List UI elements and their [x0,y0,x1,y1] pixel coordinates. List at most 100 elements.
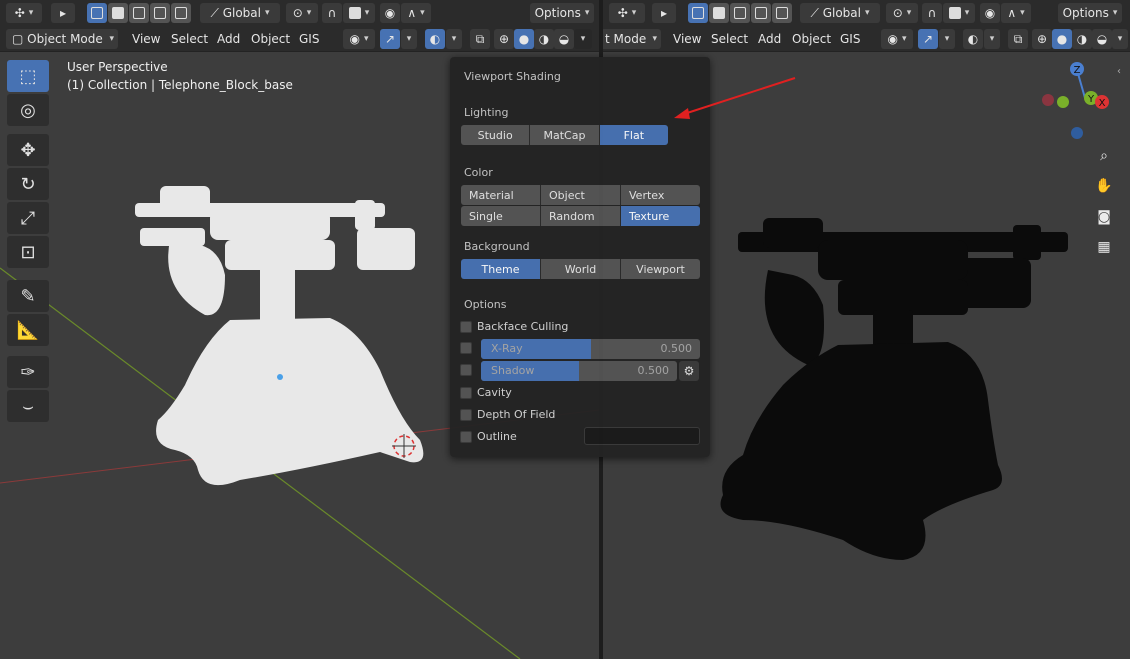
tool-move[interactable]: ✥ [7,134,49,166]
outline-checkbox[interactable] [460,430,472,443]
shading-solid[interactable]: ● [514,29,534,49]
xray-toggle-right[interactable]: ⧉ [1008,29,1028,49]
select-invert-button-right[interactable] [751,3,771,23]
outline-row[interactable]: Outline [460,430,517,443]
visibility-dropdown[interactable]: ◉ ▾ [343,29,375,49]
shading-wireframe[interactable]: ⊕ [494,29,514,49]
shadow-settings-button[interactable]: ⚙ [679,361,699,381]
select-intersect-button-right[interactable] [772,3,792,23]
options-dropdown-right[interactable]: Options ▾ [1058,3,1122,23]
select-mode-button-right[interactable]: ▸ [652,3,676,23]
shading-material[interactable]: ◑ [534,29,554,49]
select-extend-button-right[interactable] [709,3,729,23]
shading-rendered[interactable]: ◒ [554,29,574,49]
tool-select-box[interactable]: ⬚ [7,60,49,92]
select-mode-button[interactable]: ▸ [51,3,75,23]
shadow-checkbox-row[interactable] [460,364,477,376]
menu-object[interactable]: Object [245,29,296,49]
select-extend-button[interactable] [108,3,128,23]
color-vertex-button[interactable]: Vertex [621,185,700,205]
overlay-toggle[interactable]: ◐ [425,29,445,49]
depth-of-field-checkbox[interactable] [460,408,472,421]
mode-dropdown-right[interactable]: t Mode ▾ [603,29,661,49]
menu-add[interactable]: Add [211,29,246,49]
select-new-button[interactable] [87,3,107,23]
shading-solid-right[interactable]: ● [1052,29,1072,49]
snap-toggle[interactable]: ∩ [322,3,342,23]
select-invert-button[interactable] [150,3,170,23]
select-subtract-button[interactable] [129,3,149,23]
overlay-dropdown-right[interactable]: ▾ [984,29,1000,49]
select-subtract-button-right[interactable] [730,3,750,23]
transform-orientation-dropdown[interactable]: ⟋ Global ▾ [200,3,280,23]
telephone-model-white[interactable] [135,186,424,486]
shading-popover-toggle[interactable]: ▾ [574,29,592,49]
shadow-checkbox[interactable] [460,364,472,376]
select-intersect-button[interactable] [171,3,191,23]
xray-slider[interactable]: X-Ray 0.500 [481,339,700,359]
shading-wireframe-right[interactable]: ⊕ [1032,29,1052,49]
background-world-button[interactable]: World [541,259,621,279]
shading-material-right[interactable]: ◑ [1072,29,1092,49]
proportional-edit-toggle-right[interactable]: ◉ [980,3,1000,23]
editor-type-button[interactable]: ✣ ▾ [6,3,42,23]
tool-curve[interactable]: ⌣ [7,390,49,422]
menu-gis-right[interactable]: GIS [834,29,866,49]
gizmo-toggle-right[interactable]: ↗ [918,29,938,49]
color-object-button[interactable]: Object [541,185,621,205]
zoom-button[interactable]: ⌕ [1091,143,1117,169]
outline-color-swatch[interactable] [584,427,700,445]
overlay-toggle-right[interactable]: ◐ [963,29,983,49]
editor-type-button-right[interactable]: ✣ ▾ [609,3,645,23]
lighting-flat-button[interactable]: Flat [599,125,668,145]
color-texture-button[interactable]: Texture [621,206,700,226]
options-dropdown[interactable]: Options ▾ [530,3,594,23]
lighting-matcap-button[interactable]: MatCap [530,125,600,145]
tool-cursor[interactable]: ◎ [7,94,49,126]
tool-annotate[interactable]: ✎ [7,280,49,312]
menu-select[interactable]: Select [165,29,214,49]
overlay-dropdown[interactable]: ▾ [446,29,462,49]
visibility-dropdown-right[interactable]: ◉ ▾ [881,29,913,49]
shading-rendered-right[interactable]: ◒ [1092,29,1112,49]
sidebar-toggle-chevron[interactable]: ‹ [1117,66,1121,77]
xray-checkbox[interactable] [460,342,472,354]
transform-orientation-dropdown-right[interactable]: ⟋ Global ▾ [800,3,880,23]
telephone-model-black[interactable] [720,218,1069,560]
select-new-button-right[interactable] [688,3,708,23]
cavity-row[interactable]: Cavity [460,386,512,399]
menu-view-right[interactable]: View [667,29,707,49]
shading-popover-toggle-right[interactable]: ▾ [1112,29,1128,49]
snap-target-dropdown[interactable]: ▾ [343,3,375,23]
backface-culling-row[interactable]: Backface Culling [460,320,568,333]
gizmo-neg-x[interactable] [1042,94,1054,106]
xray-checkbox-row[interactable] [460,342,477,354]
xray-toggle[interactable]: ⧉ [470,29,490,49]
gizmo-toggle[interactable]: ↗ [380,29,400,49]
falloff-dropdown-right[interactable]: ∧ ▾ [1001,3,1031,23]
tool-measure[interactable]: 📐 [7,314,49,346]
background-theme-button[interactable]: Theme [461,259,541,279]
shadow-slider[interactable]: Shadow 0.500 [481,361,677,381]
camera-view-button[interactable]: ◙ [1091,204,1117,230]
menu-gis[interactable]: GIS [293,29,325,49]
perspective-toggle-button[interactable]: ▦ [1091,234,1117,260]
falloff-dropdown[interactable]: ∧ ▾ [401,3,431,23]
color-random-button[interactable]: Random [541,206,621,226]
snap-target-dropdown-right[interactable]: ▾ [943,3,975,23]
cavity-checkbox[interactable] [460,386,472,399]
proportional-edit-toggle[interactable]: ◉ [380,3,400,23]
menu-view[interactable]: View [126,29,166,49]
snap-toggle-right[interactable]: ∩ [922,3,942,23]
background-viewport-button[interactable]: Viewport [621,259,700,279]
lighting-studio-button[interactable]: Studio [461,125,531,145]
color-single-button[interactable]: Single [461,206,541,226]
tool-grease-pencil[interactable]: ✑ [7,356,49,388]
pivot-point-dropdown-right[interactable]: ⊙ ▾ [886,3,918,23]
gizmo-neg-y[interactable] [1057,96,1069,108]
gizmo-neg-z[interactable] [1071,127,1083,139]
mode-dropdown[interactable]: ▢ Object Mode ▾ [6,29,118,49]
gizmo-dropdown-right[interactable]: ▾ [939,29,955,49]
menu-select-right[interactable]: Select [705,29,754,49]
tool-scale[interactable]: ⤢ [7,202,49,234]
